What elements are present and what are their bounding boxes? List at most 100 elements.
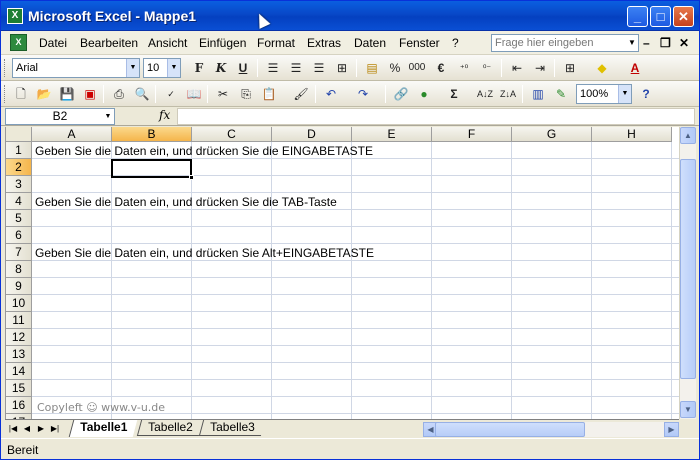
doc-restore-button[interactable]: ❐ (660, 36, 671, 50)
align-left-icon[interactable]: ☰ (263, 59, 283, 77)
print-icon[interactable]: ⎙ (109, 85, 129, 103)
borders-icon[interactable]: ⊞ (560, 59, 580, 77)
row-header-6[interactable]: 6 (6, 227, 32, 244)
row-header-1[interactable]: 1 (6, 142, 32, 159)
worksheet-grid[interactable]: ABCDEFGH 1234567891011121314151617 Geben… (5, 127, 679, 419)
row-header-7[interactable]: 7 (6, 244, 32, 261)
horizontal-scroll-thumb[interactable] (435, 422, 585, 437)
align-right-icon[interactable]: ☰ (309, 59, 329, 77)
column-header-f[interactable]: F (432, 127, 512, 142)
autosum-button[interactable]: Σ (444, 85, 464, 103)
chart-wizard-icon[interactable]: ▥ (528, 85, 548, 103)
next-sheet-icon[interactable]: ▶ (35, 422, 47, 436)
cell-a1[interactable]: Geben Sie die Daten ein, und drücken Sie… (35, 143, 373, 159)
font-size-select[interactable]: 10 ▼ (143, 58, 181, 78)
title-bar[interactable]: X Microsoft Excel - Mappe1 _ □ ✕ (1, 1, 699, 31)
hyperlink-icon[interactable]: 🔗 (391, 85, 411, 103)
row-header-10[interactable]: 10 (6, 295, 32, 312)
scroll-up-button[interactable]: ▲ (680, 127, 696, 144)
vertical-scrollbar[interactable]: ▲ ▼ (679, 127, 696, 419)
doc-close-button[interactable]: ✕ (679, 36, 689, 50)
sort-ascending-icon[interactable]: A↓Z (475, 85, 495, 103)
doc-minimize-button[interactable]: – (643, 36, 650, 50)
help-icon[interactable]: ? (636, 85, 656, 103)
align-center-icon[interactable]: ☰ (286, 59, 306, 77)
decrease-indent-icon[interactable]: ⇤ (507, 59, 527, 77)
insert-function-button[interactable]: fx (159, 108, 170, 122)
toolbar-grip[interactable] (4, 85, 7, 103)
row-header-4[interactable]: 4 (6, 193, 32, 210)
cell-a4[interactable]: Geben Sie die Daten ein, und drücken Sie… (35, 194, 337, 210)
copy-icon[interactable]: ⎘ (236, 85, 256, 103)
font-name-select[interactable]: Arial ▼ (12, 58, 140, 78)
drawing-icon[interactable]: ✎ (551, 85, 571, 103)
row-header-12[interactable]: 12 (6, 329, 32, 346)
decrease-decimal-icon[interactable]: ⁰⁻ (477, 59, 497, 77)
currency-icon[interactable]: ▤ (362, 59, 382, 77)
close-button[interactable]: ✕ (673, 6, 694, 27)
fill-handle[interactable] (189, 175, 194, 180)
increase-indent-icon[interactable]: ⇥ (530, 59, 550, 77)
menu-bearbeiten[interactable]: Bearbeiten (80, 36, 138, 50)
italic-button[interactable]: K (211, 59, 231, 77)
prev-sheet-icon[interactable]: ◀ (21, 422, 33, 436)
row-header-9[interactable]: 9 (6, 278, 32, 295)
column-header-h[interactable]: H (592, 127, 672, 142)
scroll-right-button[interactable]: ▶ (664, 422, 679, 437)
formula-input[interactable] (177, 108, 695, 125)
menu-extras[interactable]: Extras (307, 36, 341, 50)
merge-center-icon[interactable]: ⊞ (332, 59, 352, 77)
menu-fenster[interactable]: Fenster (399, 36, 440, 50)
active-cell-b2[interactable] (111, 159, 194, 180)
column-header-e[interactable]: E (352, 127, 432, 142)
excel-app-icon[interactable]: X (7, 8, 23, 24)
chevron-down-icon[interactable]: ▼ (626, 35, 638, 51)
name-box[interactable]: B2 ▼ (5, 108, 115, 125)
fill-color-icon[interactable]: ◆ (592, 59, 612, 77)
euro-button[interactable]: € (431, 59, 451, 77)
sheet-tab-tabelle3[interactable]: Tabelle3 (198, 420, 265, 436)
scroll-down-button[interactable]: ▼ (680, 401, 696, 418)
print-preview-icon[interactable]: 🔍 (132, 85, 152, 103)
cut-icon[interactable]: ✂ (213, 85, 233, 103)
increase-decimal-icon[interactable]: ⁺⁰ (454, 59, 474, 77)
new-file-icon[interactable]: 🗋 (11, 85, 31, 103)
column-header-c[interactable]: C (192, 127, 272, 142)
vertical-scroll-thumb[interactable] (680, 159, 696, 379)
column-header-g[interactable]: G (512, 127, 592, 142)
bold-button[interactable]: F (189, 59, 209, 77)
zoom-select[interactable]: 100% ▼ (576, 84, 632, 104)
redo-icon[interactable]: ↷ (353, 85, 373, 103)
undo-icon[interactable]: ↶ (321, 85, 341, 103)
first-sheet-icon[interactable]: |◀ (7, 422, 19, 436)
percent-button[interactable]: % (385, 59, 405, 77)
sort-descending-icon[interactable]: Z↓A (498, 85, 518, 103)
column-header-b[interactable]: B (112, 127, 192, 142)
sheet-tab-tabelle2[interactable]: Tabelle2 (136, 420, 203, 436)
row-header-16[interactable]: 16 (6, 397, 32, 414)
menu-format[interactable]: Format (257, 36, 295, 50)
toolbar-grip[interactable] (4, 59, 7, 77)
research-icon[interactable]: 📖 (184, 85, 204, 103)
open-folder-icon[interactable]: 📂 (34, 85, 54, 103)
minimize-button[interactable]: _ (627, 6, 648, 27)
row-header-8[interactable]: 8 (6, 261, 32, 278)
menu-ansicht[interactable]: Ansicht (148, 36, 187, 50)
column-header-a[interactable]: A (32, 127, 112, 142)
menu-einfuegen[interactable]: Einfügen (199, 36, 246, 50)
row-header-15[interactable]: 15 (6, 380, 32, 397)
row-header-13[interactable]: 13 (6, 346, 32, 363)
font-color-icon[interactable]: A (625, 59, 645, 77)
last-sheet-icon[interactable]: ▶| (49, 422, 61, 436)
menu-datei[interactable]: Datei (39, 36, 67, 50)
row-header-11[interactable]: 11 (6, 312, 32, 329)
research-globe-icon[interactable]: ● (414, 85, 434, 103)
workbook-icon[interactable]: X (10, 34, 27, 51)
spelling-icon[interactable]: ✓ (161, 85, 181, 103)
paste-icon[interactable]: 📋 (259, 85, 279, 103)
thousands-button[interactable]: 000 (407, 59, 427, 77)
cell-a7[interactable]: Geben Sie die Daten ein, und drücken Sie… (35, 245, 374, 261)
chevron-down-icon[interactable]: ▼ (102, 109, 114, 124)
row-header-2[interactable]: 2 (6, 159, 32, 176)
select-all-corner[interactable] (6, 127, 32, 142)
